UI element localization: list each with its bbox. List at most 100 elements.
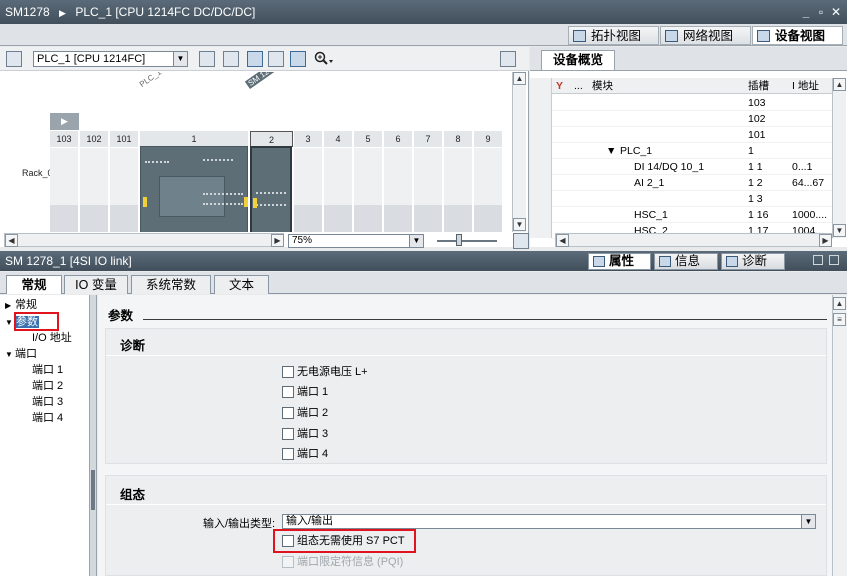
tab-device-view[interactable]: 设备视图 (752, 26, 843, 45)
rack-slot[interactable] (80, 148, 109, 232)
tree-toggle-icon[interactable] (620, 175, 634, 191)
rack-slot[interactable] (444, 148, 473, 232)
page-icon[interactable] (290, 51, 306, 67)
checkbox-port-3[interactable]: 端口 3 (282, 428, 328, 441)
tab-network-view[interactable]: 网络视图 (660, 26, 751, 45)
table-row[interactable]: AI 2_1 1 2 64...67 (552, 175, 834, 191)
sm1278-module[interactable] (250, 146, 292, 232)
column-slot[interactable]: 插槽 (748, 78, 788, 94)
io-type-select[interactable]: 输入/输出 ▼ (282, 514, 816, 529)
minimize-button[interactable]: _ (801, 0, 811, 24)
grid-icon[interactable] (268, 51, 284, 67)
tab-system-constants[interactable]: 系统常数 (131, 275, 211, 294)
rack-slot[interactable] (110, 148, 139, 232)
rack-slot[interactable] (324, 148, 353, 232)
group-title: 诊断 (120, 339, 146, 353)
column-iaddr[interactable]: I 地址 (792, 78, 834, 94)
module-filter-icon[interactable]: Y (556, 78, 570, 94)
canvas-vertical-scrollbar[interactable]: ▲ ▼ (512, 72, 526, 232)
pointer-icon[interactable] (247, 51, 263, 67)
checkbox-port-2[interactable]: 端口 2 (282, 407, 328, 420)
network-overview-icon[interactable] (223, 51, 239, 67)
scroll-up-icon[interactable]: ▲ (833, 78, 846, 91)
checkbox-port-1[interactable]: 端口 1 (282, 386, 328, 399)
tab-general[interactable]: 常规 (6, 275, 62, 294)
table-row[interactable]: 103 (552, 95, 834, 111)
rack-slot[interactable] (384, 148, 413, 232)
iaddr-cell: 64...67 (792, 177, 825, 189)
tree-toggle-icon[interactable] (620, 207, 634, 223)
close-button[interactable]: ✕ (831, 0, 841, 24)
table-row[interactable]: HSC_1 1 16 1000.... (552, 207, 834, 223)
checkbox-no-supply-voltage[interactable]: 无电源电压 L+ (282, 366, 368, 379)
zoom-slider-track[interactable] (437, 240, 497, 242)
rack-slot[interactable] (414, 148, 443, 232)
scroll-left-icon[interactable]: ◀ (5, 234, 18, 247)
nav-item-io-address[interactable]: I/O 地址 (32, 331, 72, 345)
table-row[interactable]: ▼ PLC_1 1 (552, 143, 834, 159)
content-vertical-scrollbar[interactable]: ▲ ≡ (832, 295, 847, 576)
zoom-slider-handle[interactable] (456, 234, 462, 246)
slot-header: 102 (80, 131, 109, 147)
rack-slot[interactable] (294, 148, 323, 232)
slot-nav-arrow-icon[interactable]: ▶ (50, 113, 79, 130)
rack-icon[interactable] (199, 51, 215, 67)
window-controls: _ ▫ ✕ (801, 0, 841, 24)
pane-splitter[interactable] (90, 295, 97, 576)
scroll-up-icon[interactable]: ▲ (833, 297, 846, 310)
module-label: PLC_1 (137, 72, 164, 89)
checkbox[interactable] (282, 366, 294, 379)
tab-info[interactable]: 信息 (654, 253, 718, 270)
tree-toggle-icon[interactable] (620, 159, 634, 175)
tree-toggle-icon[interactable]: ▼ (606, 143, 620, 159)
iaddr-cell (792, 191, 834, 207)
zoom-icon[interactable] (314, 51, 333, 67)
overview-vertical-scrollbar[interactable]: ▲ ▼ (832, 78, 846, 238)
overview-navigation-icon[interactable] (513, 233, 529, 249)
device-tree-icon[interactable] (6, 51, 22, 67)
nav-item-port-4[interactable]: 端口 4 (32, 411, 63, 425)
scroll-left-icon[interactable]: ◀ (556, 234, 569, 247)
rack-slot[interactable] (474, 148, 503, 232)
nav-item-port-2[interactable]: 端口 2 (32, 379, 63, 393)
collapse-icon[interactable] (829, 255, 839, 265)
tab-topology-view[interactable]: 拓扑视图 (568, 26, 659, 45)
tab-diagnostics[interactable]: 诊断 (721, 253, 785, 270)
scroll-right-icon[interactable]: ▶ (819, 234, 832, 247)
checkbox[interactable] (282, 407, 294, 420)
nav-item-port-1[interactable]: 端口 1 (32, 363, 63, 377)
device-select[interactable]: PLC_1 [CPU 1214FC] ▼ (33, 51, 188, 67)
module-cell (592, 111, 742, 127)
nav-item-port-3[interactable]: 端口 3 (32, 395, 63, 409)
scroll-right-icon[interactable]: ▶ (271, 234, 284, 247)
zoom-select[interactable]: 75% ▼ (288, 234, 424, 248)
tab-properties[interactable]: 属性 (588, 253, 651, 270)
checkbox[interactable] (282, 386, 294, 399)
table-row[interactable]: 101 (552, 127, 834, 143)
overview-horizontal-scrollbar[interactable]: ◀ ▶ (555, 233, 832, 247)
rack-slot[interactable] (50, 148, 79, 232)
cpu-module[interactable] (140, 146, 248, 232)
tree-toggle-icon[interactable] (620, 191, 634, 207)
scroll-up-icon[interactable]: ▲ (513, 72, 526, 85)
table-row[interactable]: 1 3 (552, 191, 834, 207)
column-module[interactable]: 模块 (592, 78, 742, 94)
checkbox[interactable] (282, 448, 294, 461)
nav-item-ports[interactable]: ▼ 端口 (5, 347, 37, 362)
scroll-page-icon[interactable]: ≡ (833, 313, 846, 326)
checkbox[interactable] (282, 428, 294, 441)
scroll-down-icon[interactable]: ▼ (513, 218, 526, 231)
checkbox-port-4[interactable]: 端口 4 (282, 448, 328, 461)
table-row[interactable]: 102 (552, 111, 834, 127)
tab-device-overview[interactable]: 设备概览 (541, 50, 615, 70)
rack-slot[interactable] (354, 148, 383, 232)
scroll-down-icon[interactable]: ▼ (833, 224, 846, 237)
panel-toggle-icon[interactable] (500, 51, 516, 67)
table-row[interactable]: DI 14/DQ 10_1 1 1 0...1 (552, 159, 834, 175)
canvas-horizontal-scrollbar[interactable]: ◀ ▶ (4, 233, 284, 247)
tab-io-tags[interactable]: IO 变量 (64, 275, 128, 294)
restore-button[interactable]: ▫ (816, 0, 826, 24)
tab-texts[interactable]: 文本 (214, 275, 269, 294)
nav-item-general[interactable]: ▶ 常规 (5, 298, 37, 313)
float-window-icon[interactable] (813, 255, 823, 265)
